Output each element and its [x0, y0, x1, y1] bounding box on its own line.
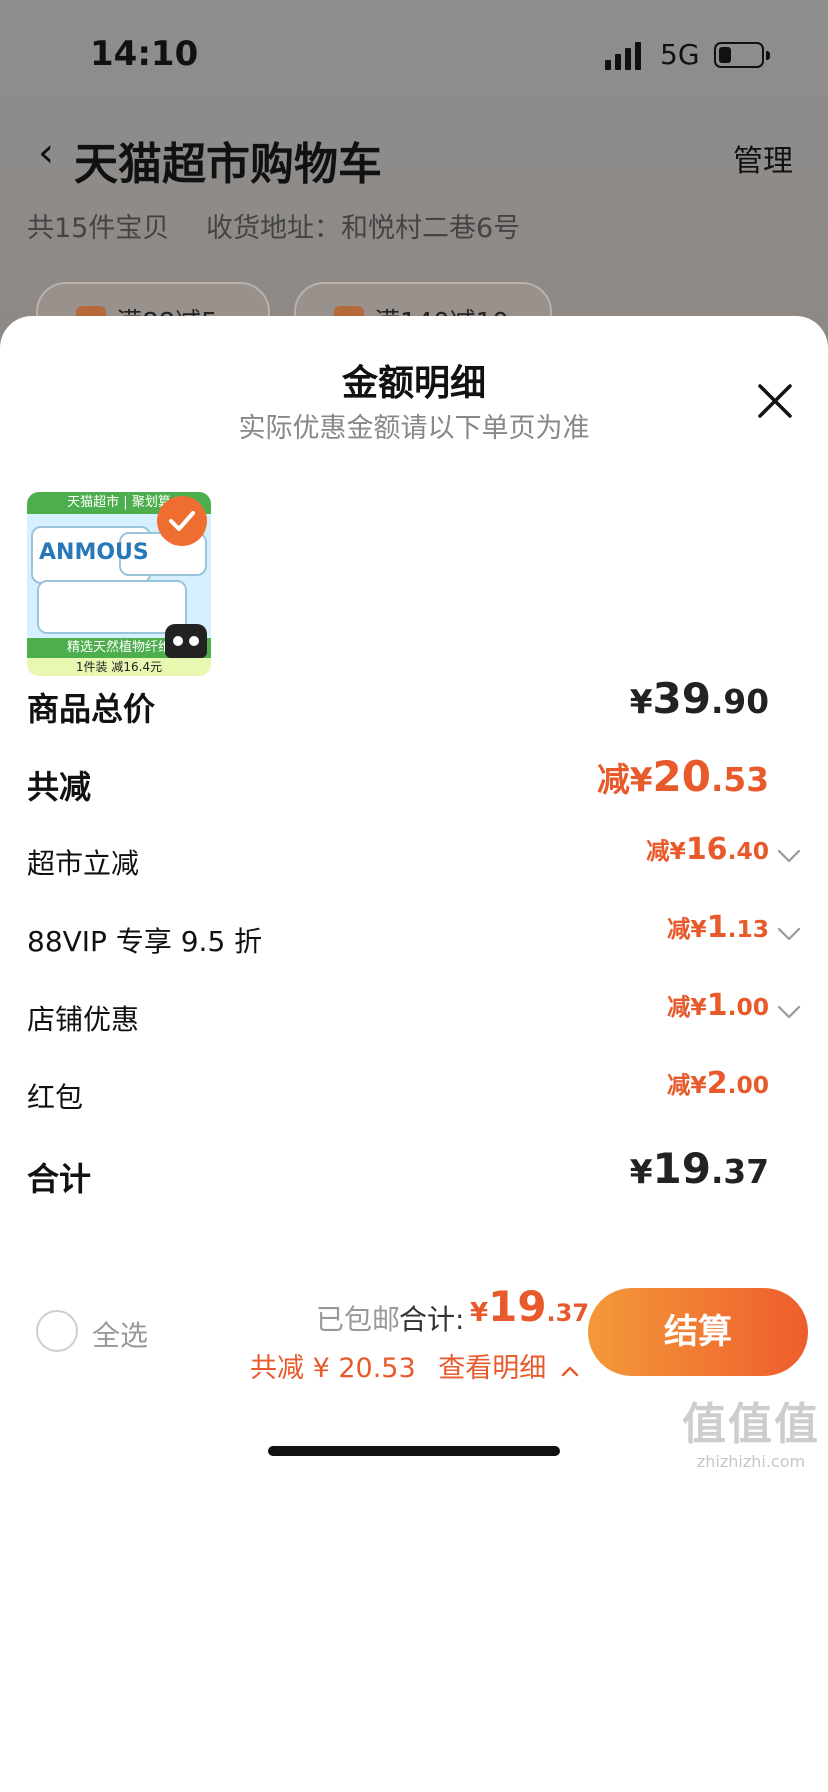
product-pack: [37, 580, 187, 634]
amount-currency: ¥: [629, 683, 653, 721]
home-indicator: [268, 1446, 560, 1456]
amount-integer: 39: [652, 674, 711, 723]
amount-row-label: 店铺优惠: [27, 1003, 140, 1036]
amount-decimal: .40: [727, 837, 769, 865]
amount-row: 红包 减¥2.00: [27, 1066, 801, 1126]
amount-row: 合计 ¥19.37: [27, 1144, 801, 1204]
savings-summary[interactable]: 共减 ¥ 20.53 查看明细: [250, 1346, 579, 1385]
total-amount: ¥19.37: [470, 1282, 589, 1331]
amount-row-value: ¥39.90: [630, 674, 769, 723]
amount-currency: ¥: [690, 993, 707, 1021]
amount-integer: 2: [706, 1066, 728, 1101]
sheet-subtitle: 实际优惠金额请以下单页为准: [238, 413, 590, 444]
amount-row[interactable]: 88VIP 专享 9.5 折 减¥1.13: [27, 910, 801, 970]
amount-row[interactable]: 店铺优惠 减¥1.00: [27, 988, 801, 1048]
amount-integer: 16: [685, 832, 728, 867]
close-icon[interactable]: [756, 382, 794, 420]
status-time: 14:10: [90, 34, 199, 74]
amount-row-label: 商品总价: [27, 690, 156, 728]
view-details-link[interactable]: 查看明细: [438, 1353, 546, 1384]
amount-integer: 1: [706, 988, 728, 1023]
amount-row-value: 减¥2.00: [667, 1066, 769, 1101]
amount-row-label: 超市立减: [27, 847, 140, 880]
amount-decimal: .00: [727, 1071, 769, 1099]
amount-row-label: 88VIP 专享 9.5 折: [27, 925, 263, 958]
amount-prefix: 减: [596, 761, 630, 799]
tmall-cat-icon: [165, 624, 207, 658]
checkout-button[interactable]: 结算: [588, 1288, 808, 1376]
chevron-down-icon[interactable]: [777, 848, 801, 864]
chevron-up-icon: [561, 1353, 579, 1384]
amount-row-value: ¥19.37: [630, 1144, 769, 1193]
amount-row-value: 减¥1.00: [667, 988, 769, 1023]
total-integer: 19: [488, 1282, 547, 1331]
amount-row-value: 减¥20.53: [597, 752, 769, 801]
amount-prefix: 减: [667, 993, 691, 1021]
chevron-down-icon[interactable]: [777, 926, 801, 942]
total-decimal: .37: [546, 1299, 590, 1327]
amount-row[interactable]: 超市立减 减¥16.40: [27, 832, 801, 892]
amount-currency: ¥: [629, 761, 653, 799]
amount-row-label: 红包: [27, 1081, 84, 1114]
amount-row-value: 减¥16.40: [646, 832, 769, 867]
amount-integer: 1: [706, 910, 728, 945]
amount-decimal: .37: [710, 1153, 769, 1191]
amount-decimal: .90: [710, 683, 769, 721]
amount-currency: ¥: [669, 837, 686, 865]
amount-details-sheet: 金额明细 实际优惠金额请以下单页为准 天猫超市 | 聚划算 ANMOUS 精选天…: [0, 316, 828, 1792]
amount-row: 商品总价 ¥39.90: [27, 674, 801, 734]
product-thumbnail[interactable]: 天猫超市 | 聚划算 ANMOUS 精选天然植物纤维 1件装 减16.4元: [27, 492, 211, 676]
amount-integer: 20: [652, 752, 711, 801]
signal-icon: [605, 40, 641, 70]
check-icon[interactable]: [157, 496, 207, 546]
battery-icon: [714, 42, 770, 68]
amount-prefix: 减: [667, 915, 691, 943]
sheet-title: 金额明细: [341, 363, 486, 404]
select-all-radio[interactable]: [36, 1310, 78, 1352]
amount-row-label: 共减: [27, 768, 92, 806]
item-count: 共15件宝贝: [27, 213, 170, 244]
amount-prefix: 减: [646, 837, 670, 865]
total-label: 合计:: [399, 1303, 465, 1336]
amount-decimal: .13: [727, 915, 769, 943]
amount-currency: ¥: [690, 1071, 707, 1099]
chevron-down-icon[interactable]: [777, 1004, 801, 1020]
back-icon[interactable]: ‹: [38, 130, 54, 176]
status-bar: 14:10 5G: [0, 0, 828, 110]
network-type: 5G: [660, 38, 700, 71]
savings-amount: 共减 ¥ 20.53: [250, 1353, 416, 1384]
cart-page-background: 14:10 5G ‹ 天猫超市购物车 管理 共15件宝贝 收货地址：和悦村二巷6…: [0, 0, 828, 342]
amount-integer: 19: [652, 1144, 711, 1193]
amount-decimal: .00: [727, 993, 769, 1021]
amount-currency: ¥: [690, 915, 707, 943]
free-shipping-label: 已包邮: [316, 1303, 401, 1336]
amount-decimal: .53: [710, 761, 769, 799]
product-brand: ANMOUS: [39, 540, 149, 565]
amount-currency: ¥: [629, 1153, 653, 1191]
delivery-address[interactable]: 收货地址：和悦村二巷6号: [206, 213, 520, 244]
amount-prefix: 减: [667, 1071, 691, 1099]
total-currency: ¥: [470, 1298, 489, 1328]
amount-row: 共减 减¥20.53: [27, 752, 801, 812]
manage-button[interactable]: 管理: [733, 136, 793, 180]
select-all-label[interactable]: 全选: [92, 1314, 148, 1354]
amount-row-value: 减¥1.13: [667, 910, 769, 945]
page-title: 天猫超市购物车: [74, 139, 382, 190]
cart-subinfo: 共15件宝贝 收货地址：和悦村二巷6号: [27, 206, 520, 245]
amount-row-label: 合计: [27, 1160, 92, 1198]
watermark-logo: 值值值 zhizhizhi.com: [682, 1399, 820, 1471]
